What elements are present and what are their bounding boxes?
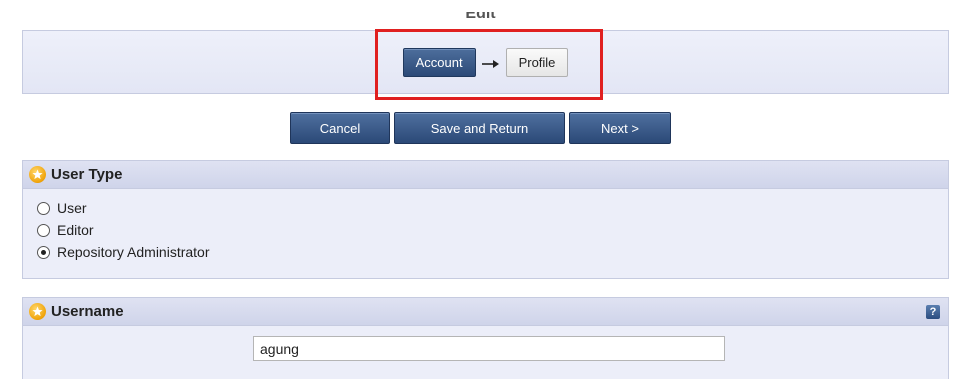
wizard-stages: Account Profile [22,30,949,94]
stage-account-button[interactable]: Account [402,47,476,77]
stage-profile-button[interactable]: Profile [505,47,569,77]
radio-label: Editor [57,222,94,238]
star-icon [29,303,46,320]
username-panel: Username ? [22,297,949,379]
help-icon[interactable]: ? [926,305,940,319]
radio-option-repository-administrator[interactable]: Repository Administrator [37,241,948,263]
username-input[interactable] [253,336,725,361]
radio-label: Repository Administrator [57,244,210,260]
username-title: Username [51,303,124,320]
save-and-return-button[interactable]: Save and Return [394,112,565,144]
username-header: Username ? [23,298,948,326]
user-type-title: User Type [51,166,123,183]
arrow-right-icon [481,57,500,68]
user-type-radio-group: User Editor Repository Administrator [23,189,948,263]
radio-button-selected[interactable] [37,245,50,259]
radio-option-editor[interactable]: Editor [37,219,948,241]
radio-button[interactable] [37,201,50,215]
radio-option-user[interactable]: User [37,197,948,219]
star-icon [29,166,46,183]
action-bar: Cancel Save and Return Next > [0,112,961,144]
user-type-panel: User Type User Editor Repository Adminis… [22,160,949,279]
next-button[interactable]: Next > [569,112,671,144]
user-type-header: User Type [23,161,948,189]
radio-button[interactable] [37,223,50,237]
page-title: Edit [465,5,496,22]
radio-label: User [57,200,87,216]
cancel-button[interactable]: Cancel [290,112,390,144]
